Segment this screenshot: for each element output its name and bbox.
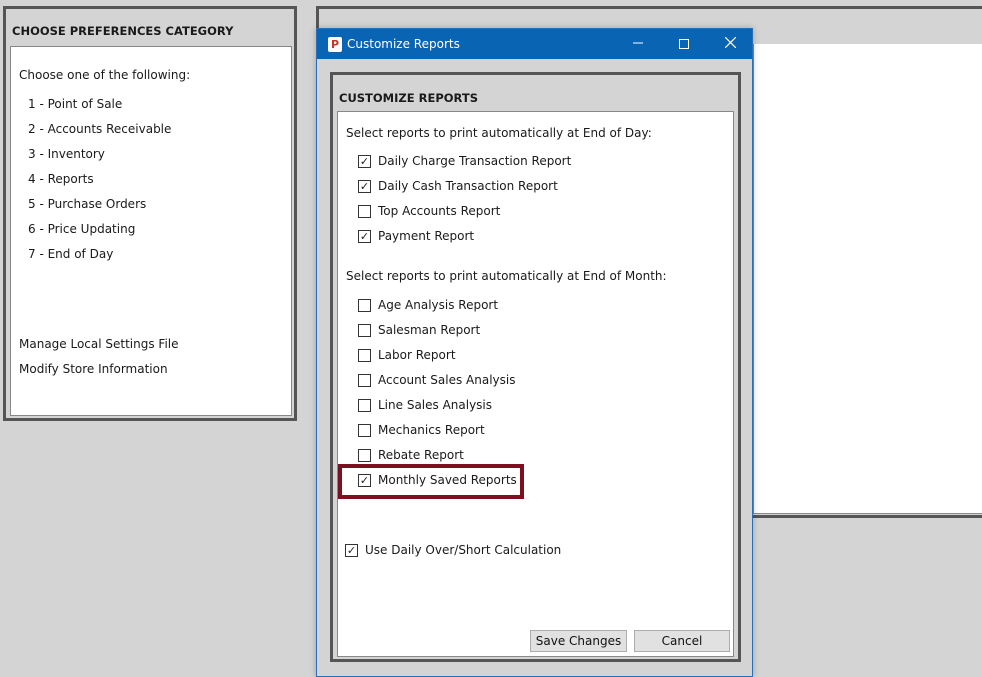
report-rebate[interactable]: Rebate Report — [358, 447, 464, 463]
checkbox[interactable]: ✓ — [358, 154, 371, 168]
minimize-icon — [633, 36, 643, 52]
report-mechanics[interactable]: Mechanics Report — [358, 422, 485, 438]
category-inventory[interactable]: 3 - Inventory — [28, 147, 171, 172]
checkbox-label: Top Accounts Report — [378, 204, 501, 218]
checkbox-label: Age Analysis Report — [378, 298, 499, 312]
report-top-accounts[interactable]: Top Accounts Report — [358, 203, 500, 219]
highlight-box — [338, 464, 524, 499]
category-end-of-day[interactable]: 7 - End of Day — [28, 247, 171, 272]
report-account-sales-analysis[interactable]: Account Sales Analysis — [358, 372, 515, 388]
cancel-button[interactable]: Cancel — [634, 630, 730, 652]
end-of-day-label: Select reports to print automatically at… — [346, 126, 652, 140]
report-payment[interactable]: ✓ Payment Report — [358, 228, 474, 244]
checkbox[interactable]: ✓ — [358, 179, 371, 193]
checkbox-label: Payment Report — [378, 229, 475, 243]
checkbox[interactable] — [358, 448, 371, 462]
checkbox[interactable] — [358, 298, 371, 312]
checkbox[interactable] — [358, 373, 371, 387]
checkbox[interactable]: ✓ — [358, 229, 371, 243]
report-age-analysis[interactable]: Age Analysis Report — [358, 297, 498, 313]
preferences-intro: Choose one of the following: — [19, 68, 191, 82]
checkbox-label: Daily Cash Transaction Report — [378, 179, 558, 193]
checkbox[interactable] — [358, 423, 371, 437]
checkbox[interactable] — [358, 348, 371, 362]
options-content — [753, 44, 982, 514]
checkbox[interactable]: ✓ — [345, 543, 358, 557]
checkbox-label: Salesman Report — [378, 323, 481, 337]
checkbox-label: Use Daily Over/Short Calculation — [365, 543, 562, 557]
checkbox-label: Rebate Report — [378, 448, 464, 462]
report-daily-charge-transaction[interactable]: ✓ Daily Charge Transaction Report — [358, 153, 571, 169]
use-daily-over-short[interactable]: ✓ Use Daily Over/Short Calculation — [345, 542, 561, 558]
maximize-icon — [679, 39, 689, 49]
customize-reports-header: CUSTOMIZE REPORTS — [339, 91, 478, 105]
category-purchase-orders[interactable]: 5 - Purchase Orders — [28, 197, 171, 222]
dialog-titlebar[interactable]: P Customize Reports — [317, 29, 752, 59]
close-button[interactable] — [707, 29, 753, 59]
report-salesman[interactable]: Salesman Report — [358, 322, 480, 338]
customize-reports-content: Select reports to print automatically at… — [337, 111, 734, 657]
checkbox-label: Daily Charge Transaction Report — [378, 154, 572, 168]
minimize-button[interactable] — [615, 29, 661, 59]
customize-reports-dialog: P Customize Reports CUSTOMIZE REPORTS Se… — [316, 28, 753, 677]
manage-local-settings-link[interactable]: Manage Local Settings File — [19, 337, 179, 351]
checkbox-label: Mechanics Report — [378, 423, 485, 437]
preferences-header: CHOOSE PREFERENCES CATEGORY — [12, 24, 234, 38]
category-list: 1 - Point of Sale 2 - Accounts Receivabl… — [28, 97, 171, 272]
dialog-title: Customize Reports — [347, 37, 460, 51]
report-daily-cash-transaction[interactable]: ✓ Daily Cash Transaction Report — [358, 178, 558, 194]
app-icon: P — [328, 37, 342, 52]
category-point-of-sale[interactable]: 1 - Point of Sale — [28, 97, 171, 122]
maximize-button[interactable] — [661, 29, 707, 59]
preferences-category-panel: CHOOSE PREFERENCES CATEGORY Choose one o… — [3, 6, 297, 421]
report-line-sales-analysis[interactable]: Line Sales Analysis — [358, 397, 492, 413]
preferences-list-box: Choose one of the following: 1 - Point o… — [10, 46, 292, 416]
category-reports[interactable]: 4 - Reports — [28, 172, 171, 197]
save-changes-button[interactable]: Save Changes — [530, 630, 627, 652]
checkbox[interactable] — [358, 398, 371, 412]
category-accounts-receivable[interactable]: 2 - Accounts Receivable — [28, 122, 171, 147]
checkbox-label: Labor Report — [378, 348, 456, 362]
checkbox[interactable] — [358, 204, 371, 218]
close-icon — [724, 36, 736, 52]
checkbox-label: Account Sales Analysis — [378, 373, 516, 387]
checkbox-label: Line Sales Analysis — [378, 398, 493, 412]
end-of-month-label: Select reports to print automatically at… — [346, 269, 667, 283]
report-labor[interactable]: Labor Report — [358, 347, 456, 363]
modify-store-info-link[interactable]: Modify Store Information — [19, 362, 168, 376]
category-price-updating[interactable]: 6 - Price Updating — [28, 222, 171, 247]
customize-reports-frame: CUSTOMIZE REPORTS Select reports to prin… — [330, 72, 741, 662]
checkbox[interactable] — [358, 323, 371, 337]
